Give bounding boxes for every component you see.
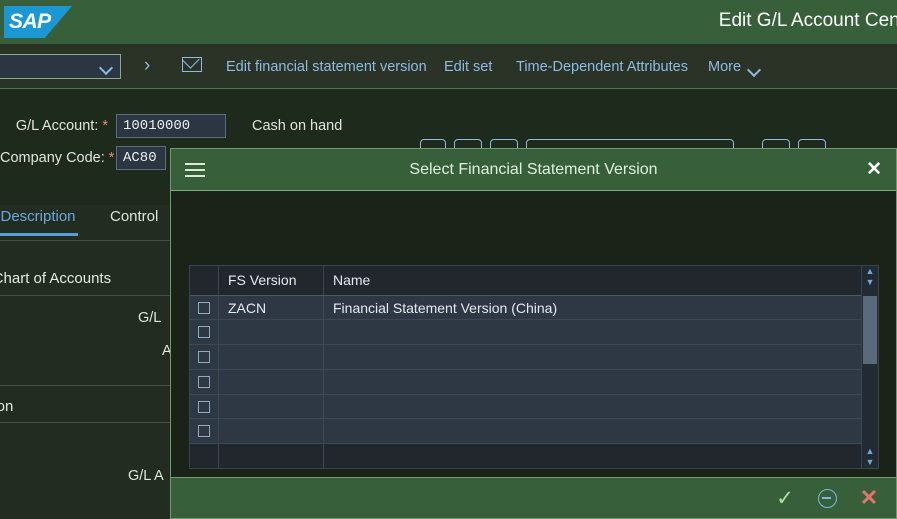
table-header-select-all[interactable] [190, 266, 219, 295]
dialog-body: FS Version Name ZACN Financial Statement… [171, 191, 896, 477]
application-window: SAP Edit G/L Account Cent › Edit financi… [0, 0, 897, 519]
dialog-footer: ✓ ✕ [171, 477, 896, 518]
scroll-down-icon[interactable]: ▼ [862, 277, 878, 288]
required-marker: * [102, 118, 108, 134]
column-header-name[interactable]: Name [324, 266, 861, 295]
cell-fs-version [219, 394, 324, 419]
table-header-row: FS Version Name [190, 266, 861, 296]
column-header-fs-version[interactable]: FS Version [219, 266, 324, 295]
sap-logo[interactable]: SAP [4, 6, 72, 38]
circle-minus-icon [817, 488, 837, 508]
sap-logo-text: SAP [9, 10, 51, 33]
table-vertical-scrollbar[interactable]: ▲ ▼ ▲ ▼ [861, 266, 878, 468]
toolbar-link-edit-set[interactable]: Edit set [444, 59, 492, 75]
cancel-button[interactable]: ✕ [856, 485, 882, 511]
navigate-forward-button[interactable]: › [144, 56, 150, 75]
chevron-down-icon [749, 65, 760, 72]
cell-fs-version: ZACN [219, 295, 324, 320]
filler-cell [324, 444, 861, 468]
cell-fs-version [219, 345, 324, 369]
filler-checkbox-cell [190, 444, 219, 468]
row-checkbox[interactable] [198, 301, 210, 314]
check-icon: ✓ [776, 486, 794, 510]
gl-account-description: Cash on hand [252, 118, 343, 134]
table-row[interactable] [190, 320, 861, 346]
required-marker: * [108, 150, 115, 166]
field-label-gl-a: G/L A [128, 468, 164, 484]
row-checkbox-cell[interactable] [190, 295, 219, 320]
row-checkbox-cell[interactable] [190, 394, 219, 419]
table-row[interactable] [190, 345, 861, 370]
table-row-filler [190, 444, 861, 468]
page-title: Edit G/L Account Cent [718, 10, 897, 31]
chevron-down-icon [101, 63, 112, 70]
cell-name [324, 395, 861, 419]
hamburger-icon[interactable] [185, 162, 205, 177]
row-checkbox-cell[interactable] [190, 369, 219, 394]
company-code-input[interactable]: AC80 [116, 146, 166, 170]
scroll-down-icon-bottom[interactable]: ▼ [862, 457, 878, 468]
section-header-control-in-chart-of-accounts: rol in Chart of Accounts [0, 270, 112, 287]
row-checkbox-cell[interactable] [190, 419, 219, 444]
scroll-up-icon[interactable]: ▲ [862, 266, 878, 277]
cell-name [324, 345, 861, 369]
toolbar-more-label: More [708, 59, 742, 75]
filler-cell [219, 444, 324, 468]
cell-fs-version [219, 369, 324, 394]
row-checkbox[interactable] [198, 425, 210, 438]
section-header-description: cription [0, 398, 14, 415]
table-row[interactable] [190, 419, 861, 445]
toolbar-link-time-dependent-attributes[interactable]: Time-Dependent Attributes [516, 59, 688, 75]
tab-description[interactable]: Description [0, 205, 78, 236]
row-checkbox[interactable] [198, 326, 210, 339]
select-financial-statement-version-dialog: Select Financial Statement Version ✕ FS … [170, 148, 897, 519]
gl-account-label: G/L Account: * [15, 118, 108, 134]
table-row[interactable]: ZACN Financial Statement Version (China) [190, 295, 861, 321]
table-content: FS Version Name ZACN Financial Statement… [190, 266, 861, 468]
fs-version-table: FS Version Name ZACN Financial Statement… [189, 265, 879, 469]
cell-fs-version [219, 419, 324, 444]
cell-fs-version [219, 320, 324, 345]
clear-button[interactable] [814, 485, 840, 511]
shell-header: SAP Edit G/L Account Cent [0, 0, 897, 44]
row-checkbox[interactable] [198, 375, 210, 388]
row-checkbox-cell[interactable] [190, 345, 219, 369]
dialog-header: Select Financial Statement Version ✕ [171, 149, 896, 191]
mail-icon[interactable] [182, 57, 202, 72]
cell-name: Financial Statement Version (China) [333, 299, 558, 316]
scroll-up-icon-bottom[interactable]: ▲ [862, 446, 878, 457]
cell-name [324, 419, 861, 443]
row-checkbox[interactable] [198, 400, 210, 413]
toolbar-link-edit-financial-statement-version[interactable]: Edit financial statement version [226, 59, 427, 75]
gl-account-input[interactable]: 10010000 [116, 114, 226, 138]
form-row-gl-account: G/L Account: * 10010000 Cash on hand [0, 114, 342, 138]
row-checkbox[interactable] [198, 351, 210, 364]
table-row[interactable] [190, 369, 861, 395]
confirm-button[interactable]: ✓ [772, 485, 798, 511]
table-row[interactable] [190, 394, 861, 420]
transaction-dropdown[interactable] [0, 54, 121, 79]
cell-name [324, 370, 861, 394]
scrollbar-track[interactable] [862, 288, 878, 446]
company-code-label: Company Code: * [0, 150, 115, 166]
row-checkbox-cell[interactable] [190, 320, 219, 345]
close-x-icon: ✕ [859, 485, 879, 510]
form-row-company-code: Company Code: * AC80 [0, 146, 166, 170]
scrollbar-thumb[interactable] [863, 296, 877, 364]
toolbar-more-button[interactable]: More [708, 59, 760, 75]
close-icon[interactable]: ✕ [866, 160, 882, 179]
dialog-title: Select Financial Statement Version [409, 160, 658, 178]
cell-name [324, 320, 861, 344]
tab-control[interactable]: Control [110, 205, 158, 233]
field-label-gl: G/L [138, 310, 162, 326]
